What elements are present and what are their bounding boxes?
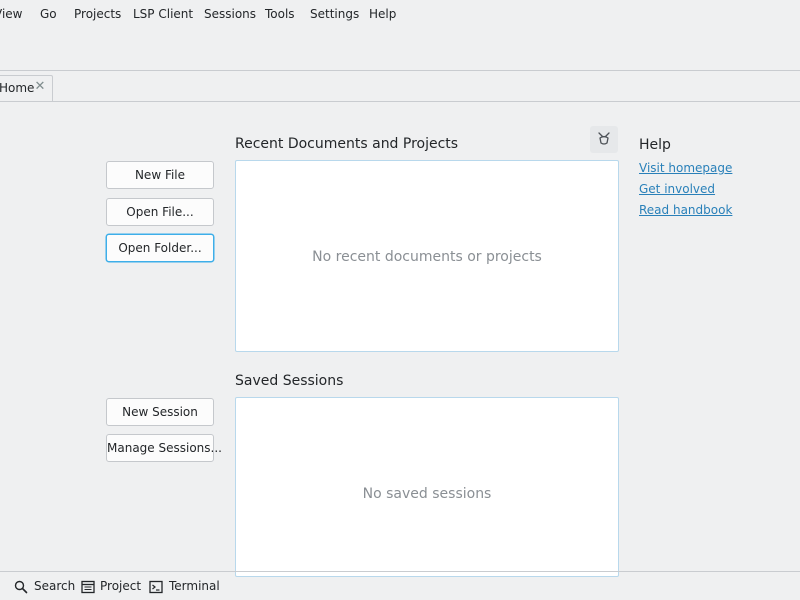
read-handbook-link[interactable]: Read handbook — [639, 203, 732, 217]
clear-history-icon — [598, 132, 610, 145]
tab-home[interactable]: Home ✕ — [0, 75, 53, 102]
menu-lsp-client[interactable]: LSP Client — [133, 7, 193, 21]
close-icon[interactable]: ✕ — [34, 80, 46, 94]
status-project[interactable]: Project — [81, 579, 142, 595]
menu-projects[interactable]: Projects — [74, 7, 121, 21]
search-icon — [14, 580, 28, 594]
terminal-icon — [149, 580, 163, 594]
recent-empty-message: No recent documents or projects — [312, 249, 542, 265]
menu-view[interactable]: View — [0, 7, 22, 21]
status-bar: Search Project Terminal — [0, 572, 800, 600]
menu-sessions[interactable]: Sessions — [204, 7, 256, 21]
sessions-empty-message: No saved sessions — [362, 486, 492, 502]
menu-bar: View Go Projects LSP Client Sessions Too… — [0, 0, 800, 30]
open-folder-button[interactable]: Open Folder... — [106, 234, 214, 262]
saved-sessions-title: Saved Sessions — [235, 373, 344, 389]
visit-homepage-link[interactable]: Visit homepage — [639, 161, 732, 175]
new-file-button[interactable]: New File — [106, 161, 214, 189]
help-title: Help — [639, 137, 671, 153]
status-terminal[interactable]: Terminal — [149, 579, 220, 595]
status-terminal-label: Terminal — [169, 579, 220, 593]
recent-documents-list[interactable]: No recent documents or projects — [235, 160, 619, 352]
get-involved-link[interactable]: Get involved — [639, 182, 715, 196]
open-file-button[interactable]: Open File... — [106, 198, 214, 226]
status-search[interactable]: Search — [14, 579, 75, 595]
clear-history-button[interactable] — [590, 126, 618, 153]
status-item-truncated[interactable] — [0, 579, 4, 595]
project-icon — [81, 580, 95, 594]
recent-documents-title: Recent Documents and Projects — [235, 136, 459, 152]
tab-home-label: Home — [0, 81, 35, 95]
manage-sessions-button[interactable]: Manage Sessions... — [106, 434, 222, 462]
status-project-label: Project — [100, 579, 142, 593]
menu-tools[interactable]: Tools — [265, 7, 295, 21]
saved-sessions-list[interactable]: No saved sessions — [235, 397, 619, 577]
menu-help[interactable]: Help — [369, 7, 396, 21]
tool-view-icon — [0, 580, 4, 594]
menu-go[interactable]: Go — [40, 7, 57, 21]
menu-settings[interactable]: Settings — [310, 7, 359, 21]
status-search-label: Search — [34, 579, 76, 593]
new-session-button[interactable]: New Session — [106, 398, 214, 426]
tab-bar-divider — [0, 101, 800, 102]
tab-bar: Home ✕ — [0, 71, 800, 102]
